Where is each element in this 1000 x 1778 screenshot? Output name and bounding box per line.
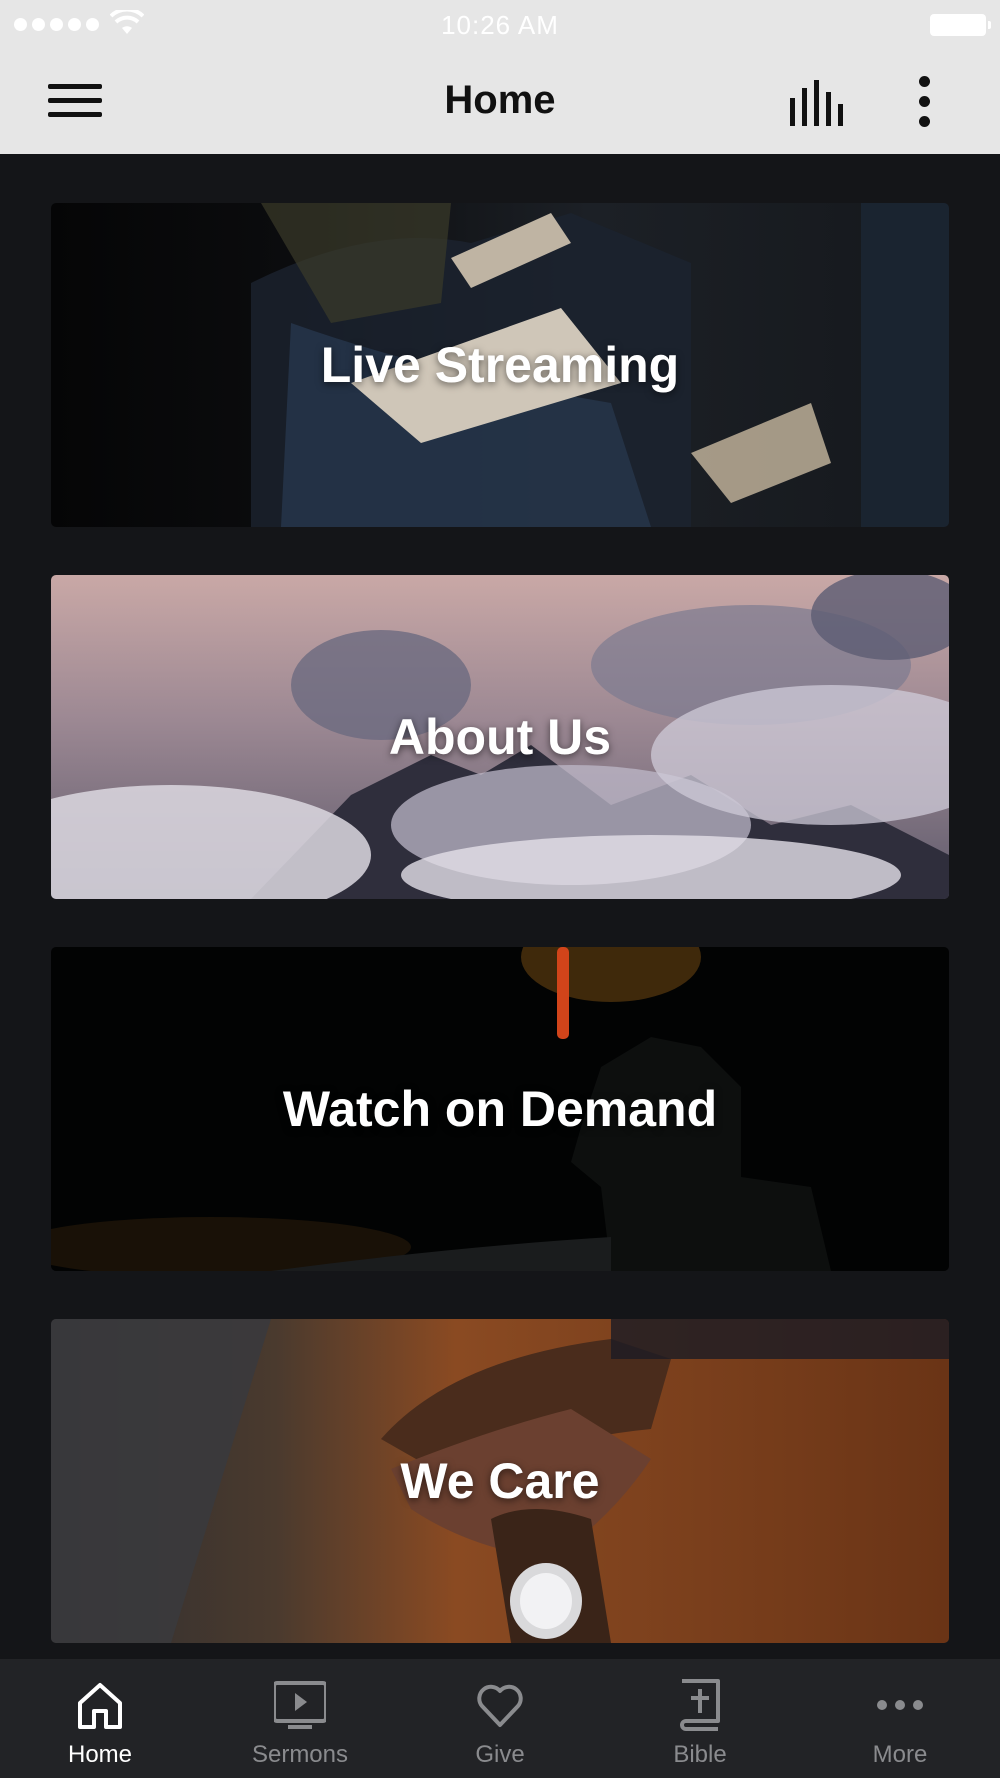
tile-label: About Us: [388, 709, 612, 765]
nav-bar: Home: [0, 50, 1000, 154]
bible-cross-icon: [680, 1679, 720, 1731]
tile-label: We Care: [400, 1453, 600, 1509]
tab-more[interactable]: More: [800, 1659, 1000, 1778]
heart-icon: [477, 1684, 523, 1727]
tab-label: More: [872, 1741, 928, 1768]
tab-home[interactable]: Home: [0, 1659, 200, 1778]
home-content: Live Streaming About Us Watch on Demand …: [0, 154, 1000, 1659]
horizontal-ellipsis-icon: [877, 1700, 923, 1710]
tile-about-us[interactable]: About Us: [51, 575, 949, 899]
battery-icon: [930, 14, 991, 36]
page-title: Home: [444, 78, 556, 122]
status-bar: 10:26 AM: [0, 0, 1000, 50]
tab-label: Give: [475, 1741, 525, 1768]
tab-bar: Home Sermons Give Bible More: [0, 1659, 1000, 1778]
status-time: 10:26 AM: [441, 10, 559, 40]
tab-give[interactable]: Give: [400, 1659, 600, 1778]
tile-live-streaming[interactable]: Live Streaming: [51, 203, 949, 527]
audio-bars-icon[interactable]: [788, 80, 846, 126]
tv-play-icon: [274, 1681, 326, 1729]
vertical-ellipsis-icon[interactable]: [910, 74, 940, 130]
tile-label: Live Streaming: [320, 337, 680, 393]
tab-label: Home: [67, 1741, 133, 1768]
tile-label: Watch on Demand: [282, 1081, 718, 1137]
tab-bible[interactable]: Bible: [600, 1659, 800, 1778]
tile-watch-on-demand[interactable]: Watch on Demand: [51, 947, 949, 1271]
tile-we-care[interactable]: We Care: [51, 1319, 949, 1643]
tab-label: Sermons: [251, 1741, 349, 1768]
tab-label: Bible: [673, 1741, 727, 1768]
tab-sermons[interactable]: Sermons: [200, 1659, 400, 1778]
home-icon: [78, 1683, 122, 1729]
